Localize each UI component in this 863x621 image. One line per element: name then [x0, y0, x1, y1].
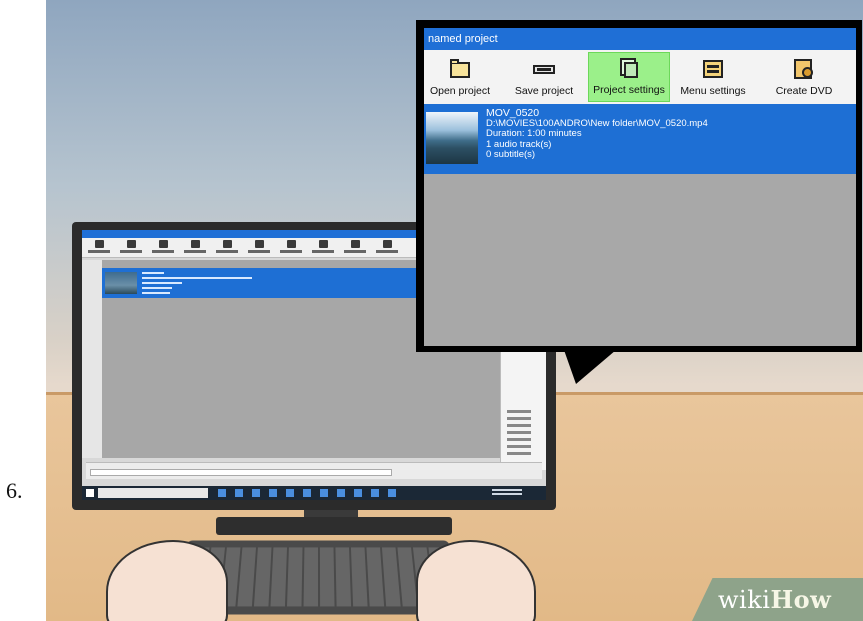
taskbar-app-icon[interactable] — [286, 489, 294, 497]
mini-toolbar-button[interactable] — [214, 239, 240, 255]
start-icon[interactable] — [86, 489, 94, 497]
mini-clock[interactable] — [492, 488, 522, 498]
mini-toolbar-button[interactable] — [374, 239, 400, 255]
mini-video-info — [142, 272, 252, 297]
taskbar-app-icon[interactable] — [218, 489, 226, 497]
create-dvd-button[interactable]: Create DVD — [768, 54, 840, 100]
mini-toolbar-button[interactable] — [150, 239, 176, 255]
callout-pointer — [564, 350, 616, 384]
drive-icon — [532, 57, 556, 81]
video-subtitles: 0 subtitle(s) — [486, 149, 536, 161]
dvd-icon — [792, 57, 816, 81]
menu-settings-button[interactable]: Menu settings — [672, 54, 754, 100]
taskbar-app-icon[interactable] — [303, 489, 311, 497]
taskbar-app-icon[interactable] — [371, 489, 379, 497]
watermark-wiki: wiki — [718, 586, 771, 614]
watermark-how: How — [770, 585, 832, 614]
video-info: MOV_0520 D:\MOVIES\100ANDRO\New folder\M… — [486, 108, 708, 161]
menu-settings-label: Menu settings — [680, 85, 746, 97]
mini-toolbar-button[interactable] — [342, 239, 368, 255]
folder-icon — [448, 57, 472, 81]
taskbar-app-icon[interactable] — [320, 489, 328, 497]
project-settings-label: Project settings — [593, 84, 665, 96]
project-settings-button[interactable]: Project settings — [588, 52, 670, 102]
toolbar: Open project Save project Project settin… — [424, 50, 856, 105]
taskbar-app-icon[interactable] — [337, 489, 345, 497]
save-project-label: Save project — [514, 85, 574, 97]
wikihow-watermark: wikiHow — [692, 578, 863, 621]
taskbar-app-icon[interactable] — [354, 489, 362, 497]
zoom-callout: named project Open project Save project … — [416, 20, 862, 352]
mini-toolbar-button[interactable] — [182, 239, 208, 255]
mini-toolbar-button[interactable] — [310, 239, 336, 255]
step-number: 6. — [6, 478, 23, 503]
taskbar-app-icon[interactable] — [252, 489, 260, 497]
monitor-stand-base — [216, 517, 452, 535]
mini-taskbar — [82, 486, 546, 500]
mini-video-thumbnail — [105, 272, 137, 294]
video-list-item[interactable]: MOV_0520 D:\MOVIES\100ANDRO\New folder\M… — [424, 104, 856, 174]
mini-taskbar-apps — [218, 489, 396, 497]
illustration: named project Open project Save project … — [46, 0, 863, 621]
create-dvd-label: Create DVD — [775, 85, 833, 97]
open-project-label: Open project — [429, 85, 491, 97]
window-title: named project — [424, 28, 856, 50]
taskbar-app-icon[interactable] — [269, 489, 277, 497]
settings-icon — [617, 56, 641, 80]
open-project-button[interactable]: Open project — [424, 54, 496, 100]
menu-icon — [701, 57, 725, 81]
mini-search-box[interactable] — [98, 488, 208, 498]
taskbar-app-icon[interactable] — [235, 489, 243, 497]
video-name: MOV_0520 — [486, 107, 540, 119]
taskbar-app-icon[interactable] — [388, 489, 396, 497]
mini-toolbar-button[interactable] — [246, 239, 272, 255]
mini-destination-folder[interactable] — [86, 462, 542, 479]
mini-toolbar-button[interactable] — [86, 239, 112, 255]
save-project-button[interactable]: Save project — [504, 54, 584, 100]
mini-left-panel — [82, 260, 103, 458]
zoomed-window: named project Open project Save project … — [424, 28, 856, 346]
video-thumbnail — [426, 112, 478, 164]
mini-toolbar-button[interactable] — [278, 239, 304, 255]
mini-toolbar-button[interactable] — [118, 239, 144, 255]
